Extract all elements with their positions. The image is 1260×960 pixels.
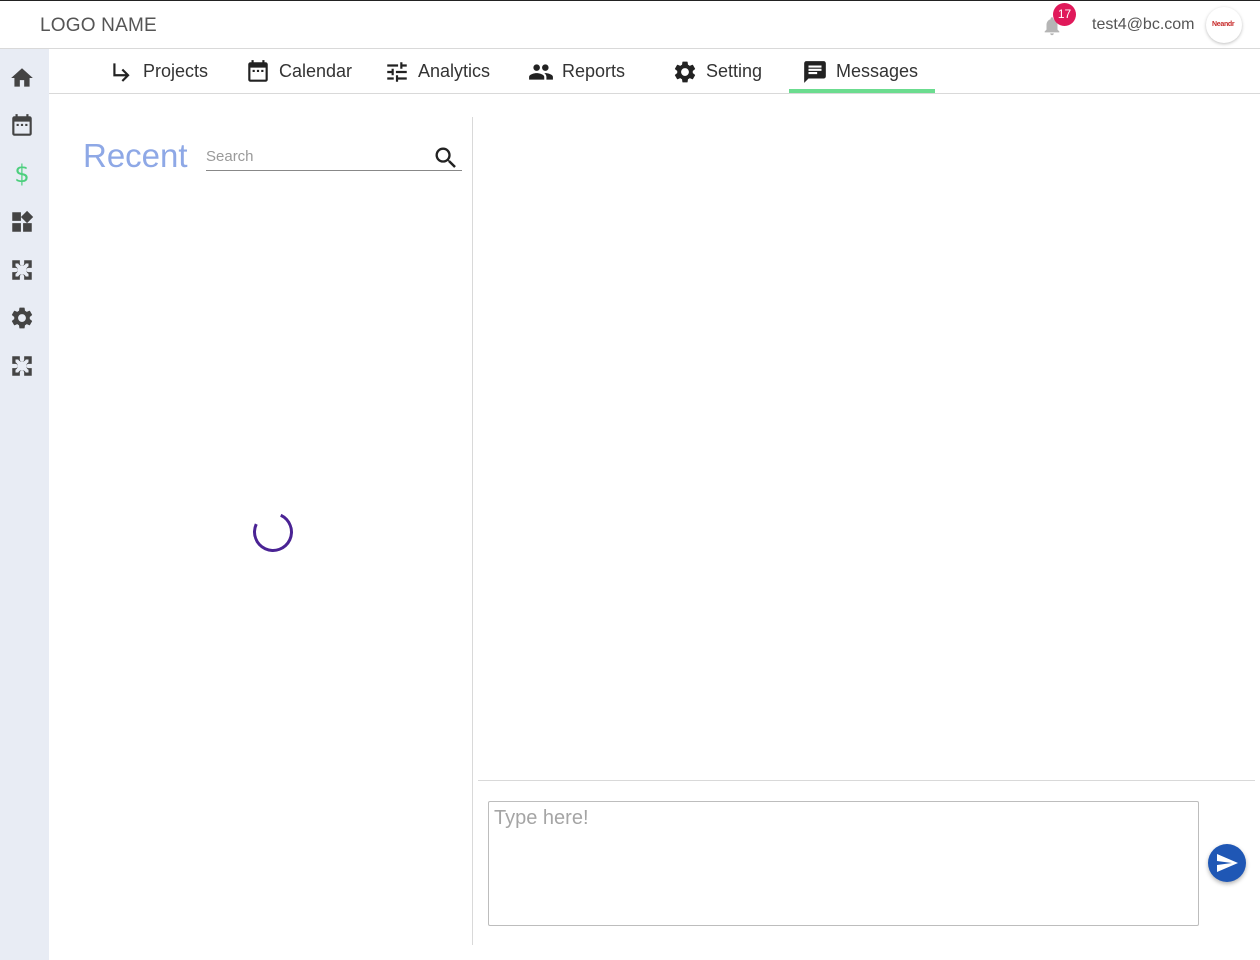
chat-icon xyxy=(804,60,826,83)
tab-label: Analytics xyxy=(418,61,491,81)
logo-text[interactable]: LOGO NAME xyxy=(40,15,157,37)
message-input[interactable] xyxy=(488,801,1199,926)
recent-title: Recent xyxy=(83,137,188,174)
tab-label: Reports xyxy=(562,61,626,81)
active-tab-indicator xyxy=(789,89,935,93)
avatar-logo-text: Neandr xyxy=(1212,21,1235,28)
calendar-icon xyxy=(12,114,32,136)
sidebar-item-settings[interactable] xyxy=(8,304,36,332)
sidebar-item-calendar[interactable] xyxy=(8,112,36,140)
search-field xyxy=(206,141,462,171)
sidebar-item-extensions-2[interactable] xyxy=(8,352,36,380)
tab-label: Projects xyxy=(143,61,209,81)
tab-bar: Projects Calendar Analytics Reports Sett… xyxy=(49,49,1260,94)
tune-icon xyxy=(387,61,407,82)
avatar[interactable]: Neandr xyxy=(1206,7,1242,43)
subdirectory-arrow-icon xyxy=(113,62,130,82)
home-icon xyxy=(11,68,33,87)
tab-label: Calendar xyxy=(279,61,353,81)
panel-divider xyxy=(472,117,473,945)
calendar-icon xyxy=(248,59,268,82)
tab-label: Setting xyxy=(706,61,763,81)
sidebar: $ xyxy=(0,49,49,960)
loading-spinner xyxy=(247,506,299,558)
people-icon xyxy=(529,63,553,80)
puzzle-icon xyxy=(12,260,32,280)
tab-analytics[interactable]: Analytics xyxy=(384,49,490,94)
sidebar-item-extensions[interactable] xyxy=(8,256,36,284)
sidebar-item-widgets[interactable] xyxy=(8,208,36,236)
search-input[interactable] xyxy=(206,145,426,167)
widgets-icon xyxy=(12,210,34,232)
top-bar: LOGO NAME 17 test4@bc.com Neandr xyxy=(0,0,1260,49)
notification-badge[interactable]: 17 xyxy=(1053,3,1076,26)
tab-messages[interactable]: Messages xyxy=(802,49,918,94)
send-button[interactable] xyxy=(1208,844,1246,882)
dollar-icon: $ xyxy=(14,160,30,188)
tab-calendar[interactable]: Calendar xyxy=(245,49,352,94)
sidebar-item-home[interactable] xyxy=(8,64,36,92)
tab-reports[interactable]: Reports xyxy=(528,49,625,94)
gear-icon xyxy=(11,307,33,329)
search-icon[interactable] xyxy=(432,144,460,172)
puzzle-icon xyxy=(12,356,32,376)
send-icon xyxy=(1217,854,1238,872)
chat-divider xyxy=(478,780,1255,781)
tab-projects[interactable]: Projects xyxy=(109,49,208,94)
tab-label: Messages xyxy=(836,61,919,81)
user-email[interactable]: test4@bc.com xyxy=(1092,16,1195,34)
gear-icon xyxy=(674,61,696,82)
sidebar-item-billing[interactable]: $ xyxy=(8,160,36,188)
tab-setting[interactable]: Setting xyxy=(672,49,762,94)
